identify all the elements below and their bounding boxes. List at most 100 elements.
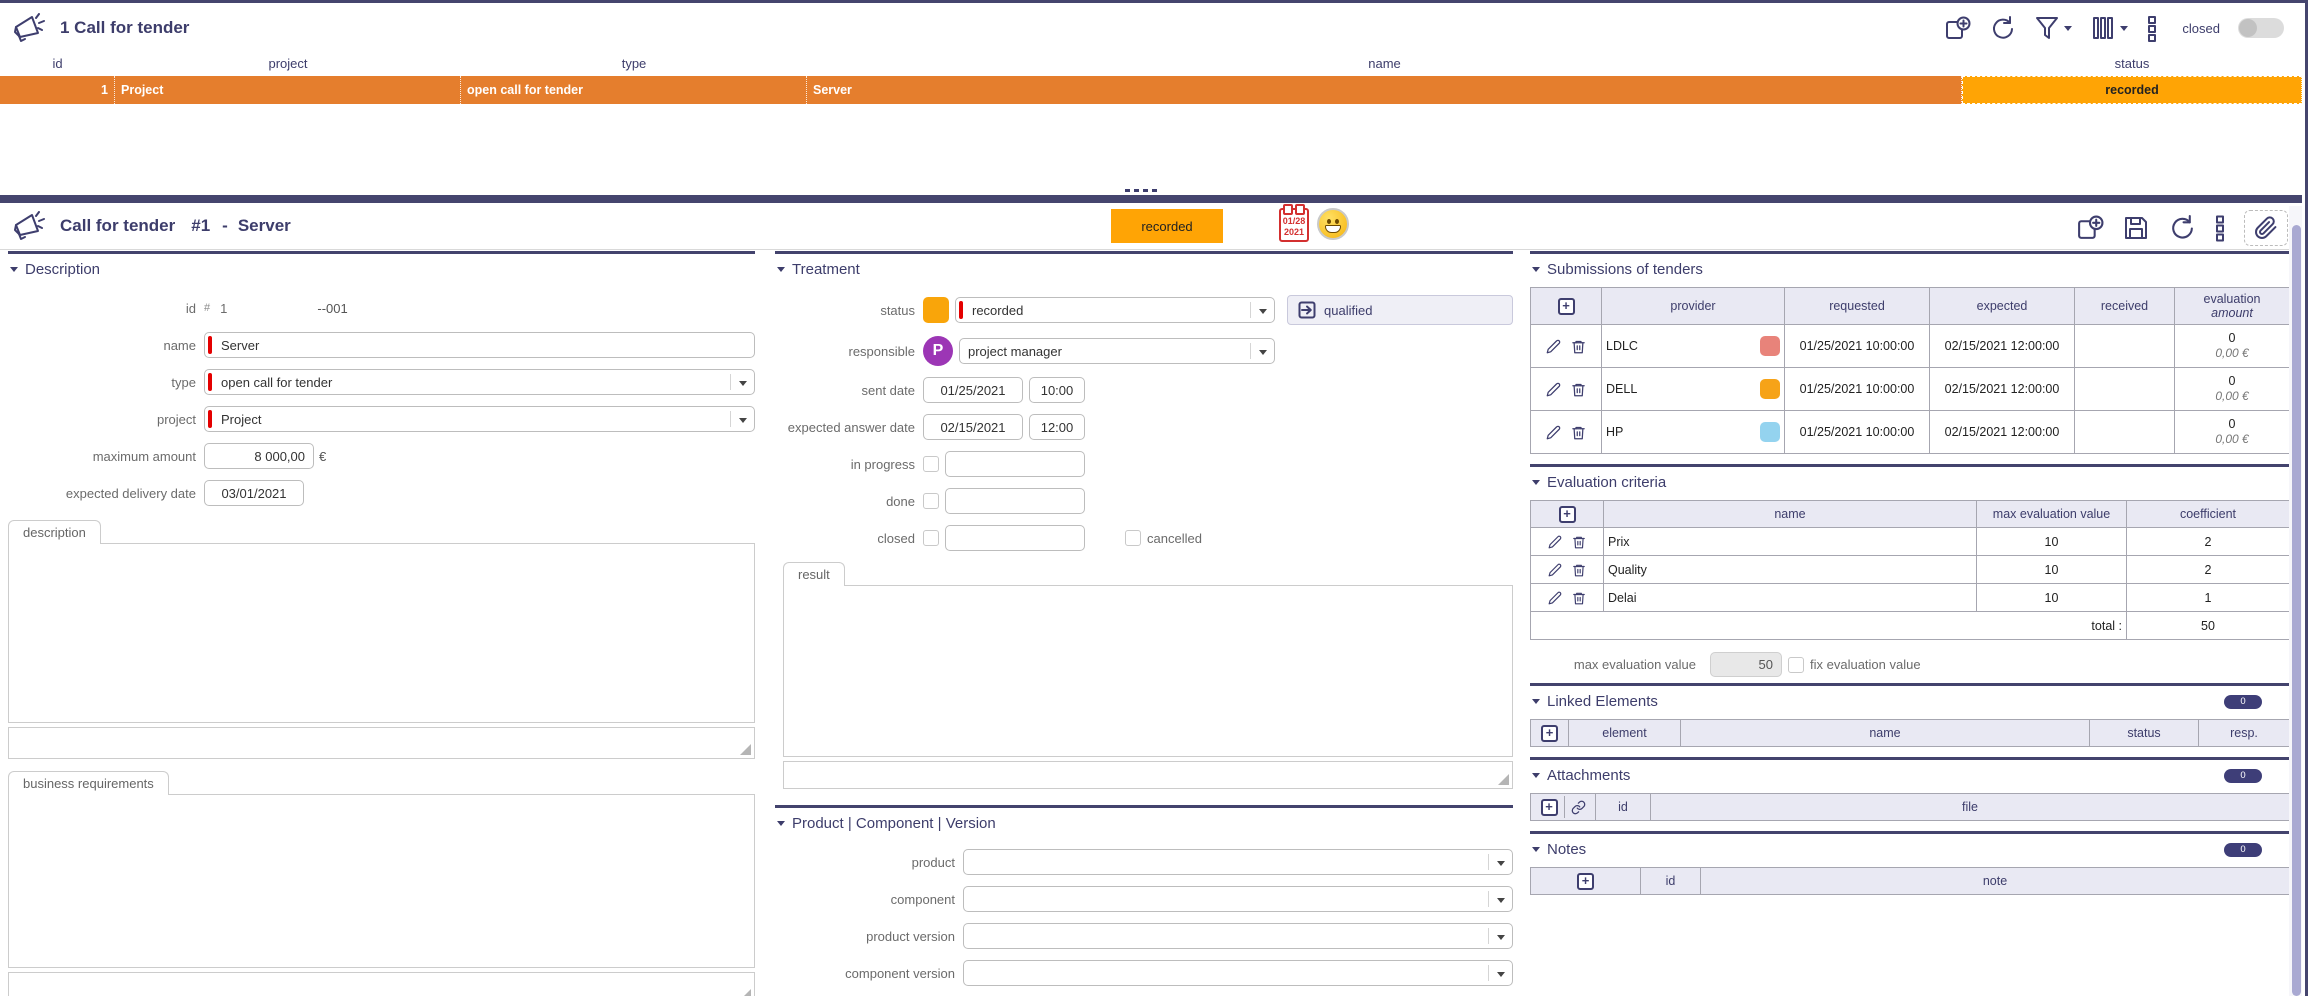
description-section-header[interactable]: Description xyxy=(8,251,755,283)
scrollbar-thumb[interactable] xyxy=(2292,225,2301,996)
add-icon[interactable] xyxy=(1944,15,1971,42)
result-editor-footer[interactable] xyxy=(783,761,1513,789)
resize-grip-icon[interactable] xyxy=(740,744,751,755)
split-drag-handle-icon[interactable] xyxy=(1125,189,1157,192)
business-requirements-editor[interactable] xyxy=(8,794,755,968)
product-select[interactable] xyxy=(963,849,1513,875)
add-note-button[interactable]: + xyxy=(1577,873,1594,890)
row-cell-name[interactable]: Server xyxy=(807,76,1962,104)
vertical-scrollbar[interactable] xyxy=(2289,206,2302,996)
row-cell-project[interactable]: Project xyxy=(115,76,461,104)
table-row[interactable]: Prix 10 2 xyxy=(1531,527,2289,555)
chevron-down-icon[interactable] xyxy=(1497,935,1505,940)
responsible-select[interactable]: project manager xyxy=(959,338,1275,364)
table-row[interactable]: Quality 10 2 xyxy=(1531,555,2289,583)
edit-icon[interactable] xyxy=(1546,382,1561,397)
in-progress-date-field[interactable] xyxy=(945,451,1085,477)
trash-icon[interactable] xyxy=(1571,425,1586,440)
edit-icon[interactable] xyxy=(1546,425,1561,440)
chevron-down-icon[interactable] xyxy=(1259,350,1267,355)
trash-icon[interactable] xyxy=(1572,563,1586,577)
more-menu-icon[interactable] xyxy=(2214,214,2226,242)
treatment-section-header[interactable]: Treatment xyxy=(775,251,1513,283)
criteria-section-header[interactable]: Evaluation criteria xyxy=(1530,464,2289,496)
save-icon[interactable] xyxy=(2122,214,2150,242)
description-editor-footer[interactable] xyxy=(8,727,755,759)
more-menu-icon[interactable] xyxy=(2146,15,2158,42)
list-header-name[interactable]: name xyxy=(807,56,1962,71)
list-header-project[interactable]: project xyxy=(115,56,461,71)
description-editor[interactable] xyxy=(8,543,755,723)
linked-elements-section-header[interactable]: Linked Elements 0 xyxy=(1530,683,2289,715)
resize-grip-icon[interactable] xyxy=(740,989,751,996)
chevron-down-icon[interactable] xyxy=(739,418,747,423)
component-version-select[interactable] xyxy=(963,960,1513,986)
list-header-status[interactable]: status xyxy=(1962,56,2302,71)
product-section-header[interactable]: Product | Component | Version xyxy=(775,805,1513,837)
attachments-section-header[interactable]: Attachments 0 xyxy=(1530,757,2289,789)
table-row[interactable]: 1 Project open call for tender Server re… xyxy=(0,76,2302,104)
edit-icon[interactable] xyxy=(1548,591,1562,605)
list-header-type[interactable]: type xyxy=(461,56,807,71)
edit-icon[interactable] xyxy=(1548,563,1562,577)
trash-icon[interactable] xyxy=(1572,535,1586,549)
project-select[interactable]: Project xyxy=(204,406,755,432)
in-progress-checkbox[interactable] xyxy=(923,456,939,472)
status-select[interactable]: recorded xyxy=(955,297,1275,323)
chevron-down-icon[interactable] xyxy=(1497,972,1505,977)
chevron-down-icon[interactable] xyxy=(1497,861,1505,866)
table-row[interactable]: Delai 10 1 xyxy=(1531,583,2289,611)
list-header-id[interactable]: id xyxy=(0,56,115,71)
add-linked-element-button[interactable]: + xyxy=(1541,725,1558,742)
max-amount-field[interactable] xyxy=(204,443,314,469)
closed-toggle[interactable] xyxy=(2238,18,2284,38)
sent-date-field[interactable] xyxy=(923,377,1023,403)
table-row[interactable]: DELL 01/25/2021 10:00:00 02/15/2021 12:0… xyxy=(1531,367,2289,410)
delivery-date-field[interactable] xyxy=(204,480,304,506)
add-icon[interactable] xyxy=(2076,214,2104,242)
type-select[interactable]: open call for tender xyxy=(204,369,755,395)
fix-evaluation-checkbox[interactable] xyxy=(1788,657,1804,673)
sent-time-field[interactable] xyxy=(1029,377,1085,403)
table-row[interactable]: LDLC 01/25/2021 10:00:00 02/15/2021 12:0… xyxy=(1531,324,2289,367)
refresh-icon[interactable] xyxy=(2168,214,2196,242)
edit-icon[interactable] xyxy=(1548,535,1562,549)
result-tab[interactable]: result xyxy=(783,562,845,586)
next-status-button[interactable]: qualified xyxy=(1287,295,1513,325)
product-version-select[interactable] xyxy=(963,923,1513,949)
attachment-dropzone[interactable] xyxy=(2244,210,2288,246)
split-bar[interactable] xyxy=(0,195,2302,203)
closed-checkbox[interactable] xyxy=(923,530,939,546)
row-cell-type[interactable]: open call for tender xyxy=(461,76,807,104)
row-cell-status[interactable]: recorded xyxy=(1962,76,2302,104)
columns-icon[interactable] xyxy=(2090,15,2128,41)
row-cell-id[interactable]: 1 xyxy=(0,76,115,104)
chevron-down-icon[interactable] xyxy=(1497,898,1505,903)
answer-date-field[interactable] xyxy=(923,414,1023,440)
add-attachment-button[interactable]: + xyxy=(1541,799,1558,816)
business-requirements-tab[interactable]: business requirements xyxy=(8,771,169,795)
chevron-down-icon[interactable] xyxy=(1259,309,1267,314)
done-checkbox[interactable] xyxy=(923,493,939,509)
add-criterion-button[interactable]: + xyxy=(1559,506,1576,523)
trash-icon[interactable] xyxy=(1571,382,1586,397)
done-date-field[interactable] xyxy=(945,488,1085,514)
cancelled-checkbox[interactable] xyxy=(1125,530,1141,546)
trash-icon[interactable] xyxy=(1572,591,1586,605)
table-row[interactable]: HP 01/25/2021 10:00:00 02/15/2021 12:00:… xyxy=(1531,410,2289,453)
resize-grip-icon[interactable] xyxy=(1498,774,1509,785)
submissions-section-header[interactable]: Submissions of tenders xyxy=(1530,251,2289,283)
notes-section-header[interactable]: Notes 0 xyxy=(1530,831,2289,863)
refresh-icon[interactable] xyxy=(1989,15,2016,42)
name-field[interactable]: Server xyxy=(204,332,755,358)
edit-icon[interactable] xyxy=(1546,339,1561,354)
business-requirements-editor-footer[interactable] xyxy=(8,972,755,996)
answer-time-field[interactable] xyxy=(1029,414,1085,440)
description-tab[interactable]: description xyxy=(8,520,101,544)
closed-date-field[interactable] xyxy=(945,525,1085,551)
component-select[interactable] xyxy=(963,886,1513,912)
chevron-down-icon[interactable] xyxy=(739,381,747,386)
filter-icon[interactable] xyxy=(2034,15,2072,41)
link-icon[interactable] xyxy=(1571,800,1586,815)
result-editor[interactable] xyxy=(783,585,1513,757)
